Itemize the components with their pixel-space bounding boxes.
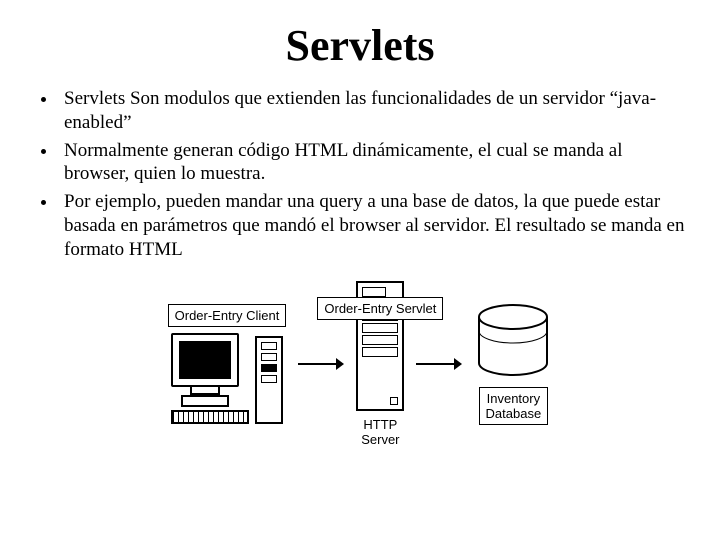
database-label: Inventory Database [479,387,549,425]
arrow-icon [298,356,344,372]
bullet-list: Servlets Son modulos que extienden las f… [30,87,690,261]
client-computer-icon [171,333,283,424]
server-caption: HTTP Server [361,417,399,447]
bullet-item: Por ejemplo, pueden mandar una query a u… [58,190,690,261]
servlet-label: Order-Entry Servlet [317,297,443,320]
client-label: Order-Entry Client [168,304,287,327]
database-cylinder-icon [474,303,552,381]
bullet-item: Servlets Son modulos que extienden las f… [58,87,690,135]
database-node: Inventory Database [474,303,552,425]
slide-title: Servlets [30,20,690,71]
server-node: Order-Entry Servlet HTTP Server [356,281,404,447]
architecture-diagram: Order-Entry Client Order-Ent [30,281,690,447]
arrow-icon [416,356,462,372]
bullet-item: Normalmente generan código HTML dinámica… [58,139,690,187]
client-node: Order-Entry Client [168,304,287,424]
